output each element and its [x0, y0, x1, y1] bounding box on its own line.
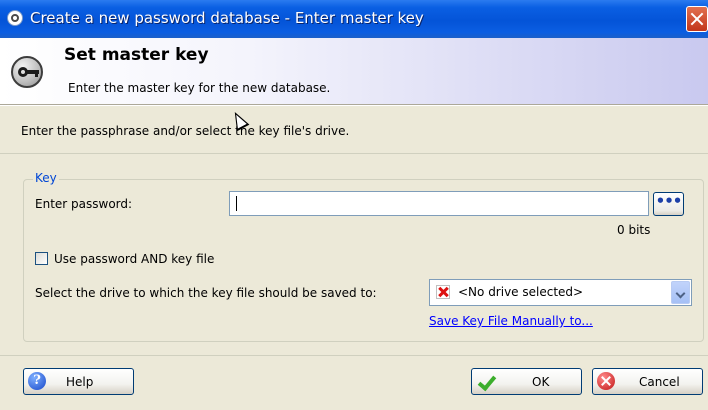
banner-subtitle: Enter the master key for the new databas… — [68, 81, 331, 95]
ok-check-icon — [477, 373, 495, 391]
banner-title: Set master key — [64, 45, 209, 65]
help-button-label: Help — [66, 375, 94, 389]
password-input[interactable] — [229, 191, 649, 216]
password-bits: 0 bits — [617, 223, 651, 237]
reveal-password-button[interactable]: ••• — [653, 192, 684, 216]
ok-button-label: OK — [532, 375, 550, 389]
ok-button[interactable]: OK — [471, 368, 582, 395]
key-icon — [11, 56, 43, 88]
drive-selected-value: <No drive selected> — [458, 285, 584, 299]
info-text: Enter the passphrase and/or select the k… — [21, 124, 350, 138]
bottom-separator — [0, 355, 708, 356]
help-button[interactable]: ? Help — [23, 368, 134, 395]
drive-label: Select the drive to which the key file s… — [35, 286, 377, 300]
close-icon[interactable] — [686, 6, 708, 32]
window-title: Create a new password database - Enter m… — [30, 9, 424, 27]
cancel-button-label: Cancel — [639, 375, 680, 389]
title-bar[interactable]: Create a new password database - Enter m… — [0, 0, 708, 38]
password-label: Enter password: — [35, 197, 133, 211]
dropdown-arrow-icon[interactable] — [671, 281, 690, 304]
no-drive-icon — [436, 285, 450, 299]
header-banner: Set master key Enter the master key for … — [0, 38, 708, 104]
use-both-label[interactable]: Use password AND key file — [54, 252, 214, 266]
key-group-label: Key — [33, 171, 59, 185]
text-caret — [236, 196, 237, 211]
cancel-button[interactable]: Cancel — [592, 368, 703, 395]
top-separator — [0, 153, 708, 154]
use-both-checkbox[interactable] — [35, 252, 48, 265]
save-key-file-manually-link[interactable]: Save Key File Manually to... — [429, 314, 593, 328]
help-icon: ? — [28, 372, 46, 390]
banner-divider-highlight — [0, 105, 708, 106]
drive-select[interactable]: <No drive selected> — [429, 279, 692, 306]
app-lock-icon — [7, 10, 23, 26]
cancel-icon — [597, 372, 615, 390]
